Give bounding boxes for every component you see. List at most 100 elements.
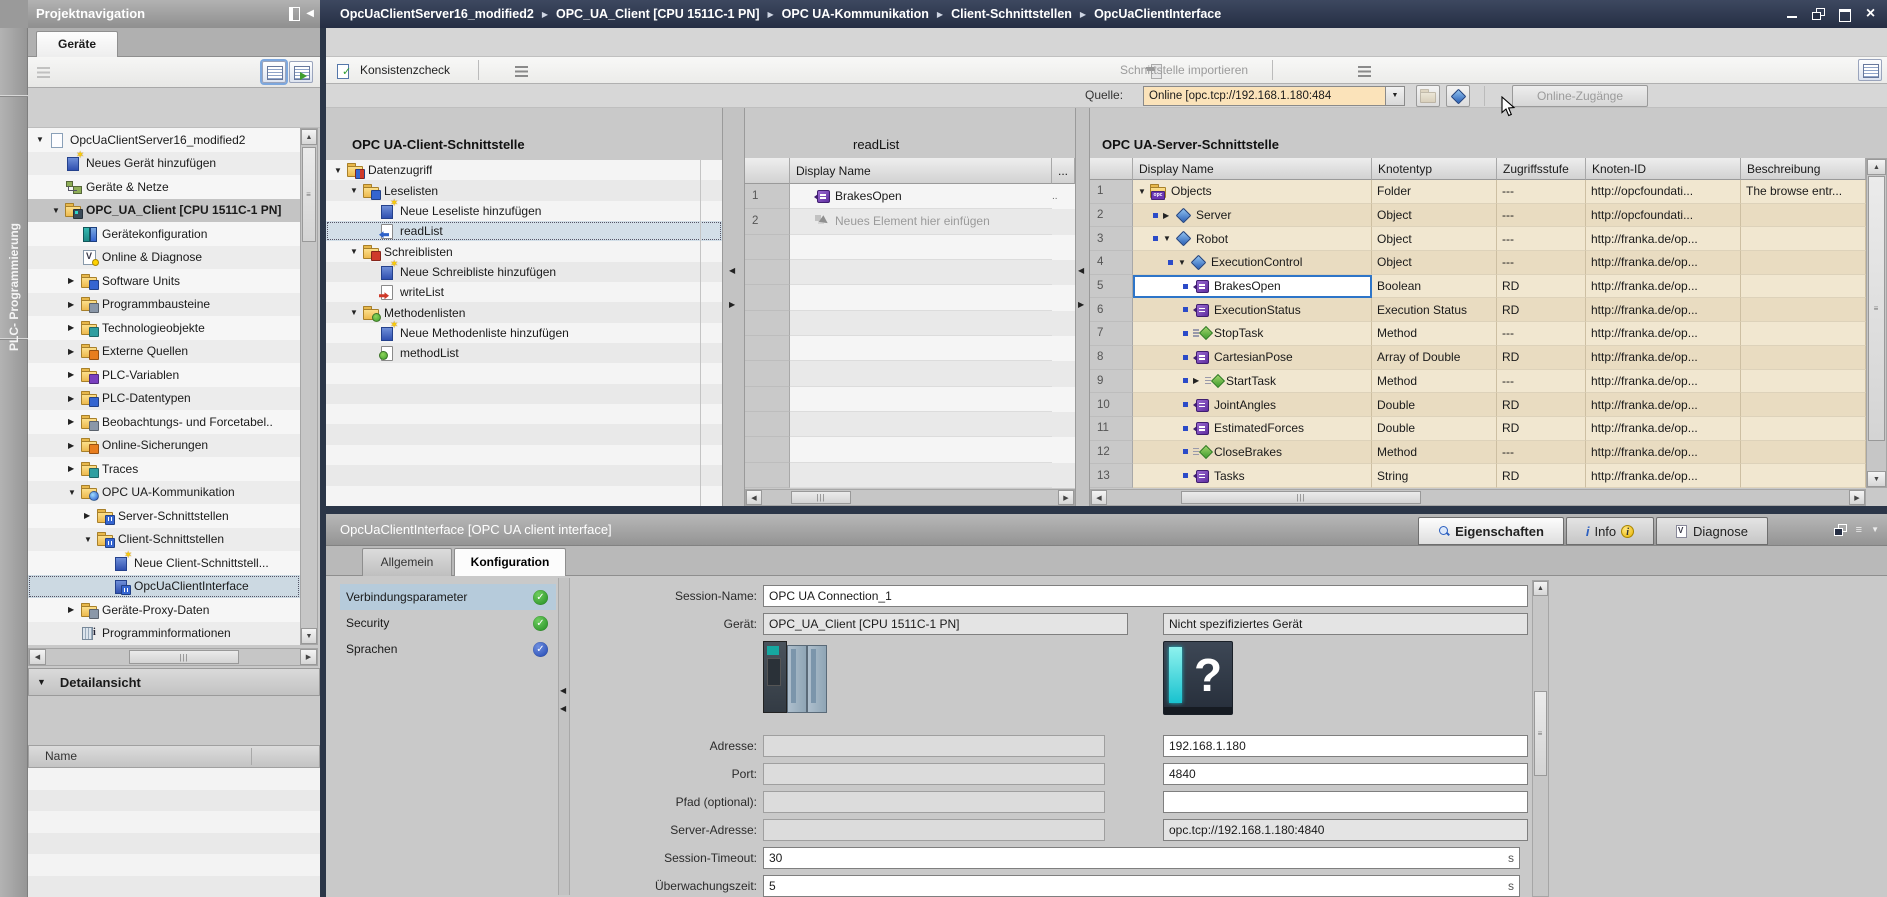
project-tree-item[interactable]: ▼OPC UA-Kommunikation <box>28 481 300 505</box>
browse-folder-button[interactable] <box>1416 85 1440 107</box>
server-cell-display-name[interactable]: StopTask <box>1133 322 1372 346</box>
form-right-field[interactable]: 192.168.1.180 <box>1163 735 1528 757</box>
readlist-cell-name[interactable]: BrakesOpen <box>790 184 1052 209</box>
server-table-row[interactable]: 9▶StartTaskMethod---http://franka.de/op.… <box>1090 370 1866 394</box>
project-tree-hscrollbar[interactable]: ◀ ||| ▶ <box>28 648 318 666</box>
client-tree-item[interactable]: ▼Datenzugriff <box>326 160 722 180</box>
client-tree-item[interactable]: ✶Neue Schreibliste hinzufügen <box>326 262 722 282</box>
export-view-icon[interactable] <box>289 61 313 83</box>
session-name-input[interactable]: OPC UA Connection_1 <box>763 585 1528 607</box>
server-cell-display-name[interactable]: BrakesOpen <box>1133 275 1372 299</box>
server-table-vscrollbar[interactable]: ▲ ≡ ▼ <box>1866 158 1887 488</box>
server-table-row[interactable]: 2▶ServerObject---http://opcfoundati... <box>1090 204 1866 228</box>
project-tree-item[interactable]: ▶Online-Sicherungen <box>28 434 300 458</box>
tab-allgemein[interactable]: Allgemein <box>362 548 452 576</box>
rail-label-plc-programming[interactable]: PLC- Programmierung <box>7 323 21 351</box>
project-tree-item[interactable]: ▶Programmbausteine <box>28 293 300 317</box>
form-right-field[interactable]: 4840 <box>1163 763 1528 785</box>
project-tree-item[interactable]: OpcUaClientInterface <box>28 575 300 599</box>
collapse-arrow-icon[interactable]: ▼ <box>68 488 81 497</box>
server-table-row[interactable]: 13TasksStringRDhttp://franka.de/op... <box>1090 464 1866 488</box>
server-cell-display-name[interactable]: JointAngles <box>1133 393 1372 417</box>
editor-properties-divider[interactable] <box>326 506 1887 514</box>
server-col-knotentyp[interactable]: Knotentyp <box>1372 158 1497 180</box>
breadcrumb-item[interactable]: OpcUaClientInterface <box>1094 7 1221 21</box>
collapse-arrow-icon[interactable]: ▼ <box>1138 187 1150 196</box>
panel-menu-icon[interactable]: ≡ <box>1856 524 1862 536</box>
project-tree-item[interactable]: Geräte & Netze <box>28 175 300 199</box>
client-tree-item[interactable]: readList <box>326 221 722 241</box>
server-table-row[interactable]: 6ExecutionStatusExecution StatusRDhttp:/… <box>1090 298 1866 322</box>
consistency-check-button[interactable]: Konsistenzcheck <box>360 57 450 83</box>
project-tree-item[interactable]: ▼OPC_UA_Client [CPU 1511C-1 PN] <box>28 199 300 223</box>
server-cell-display-name[interactable]: ▼ExecutionControl <box>1133 251 1372 275</box>
dropdown-arrow-icon[interactable]: ▼ <box>1385 87 1404 105</box>
breadcrumb-item[interactable]: Client-Schnittstellen <box>951 7 1072 21</box>
server-table-row[interactable]: 11EstimatedForcesDoubleRDhttp://franka.d… <box>1090 417 1866 441</box>
readlist-cell-name[interactable]: Neues Element hier einfügen <box>790 209 1052 234</box>
detail-view-header[interactable]: ▼ Detailansicht <box>28 668 320 696</box>
server-table-row[interactable]: 8CartesianPoseArray of DoubleRDhttp://fr… <box>1090 346 1866 370</box>
detach-editor-icon[interactable] <box>1858 59 1882 81</box>
expand-arrow-icon[interactable]: ▶ <box>68 370 81 379</box>
expand-arrow-icon[interactable]: ▶ <box>68 441 81 450</box>
server-table-hscrollbar[interactable]: ◀ ||| ▶ <box>1090 489 1866 506</box>
server-cell-display-name[interactable]: ▼opcObjects <box>1133 180 1372 204</box>
collapse-arrow-icon[interactable]: ▼ <box>350 186 363 195</box>
project-tree-item[interactable]: ▶Software Units <box>28 269 300 293</box>
project-tree-item[interactable]: ▶Geräte-Proxy-Daten <box>28 598 300 622</box>
expand-arrow-icon[interactable]: ▶ <box>68 464 81 473</box>
expand-arrow-icon[interactable]: ▶ <box>68 394 81 403</box>
client-tree-item[interactable]: ✶Neue Leseliste hinzufügen <box>326 201 722 221</box>
collapse-panel-icon[interactable]: ◀ <box>306 0 314 28</box>
tab-eigenschaften[interactable]: Eigenschaften <box>1418 517 1564 545</box>
float-panel-icon[interactable] <box>1834 524 1847 536</box>
readlist-col-display-name[interactable]: Display Name <box>790 158 1052 184</box>
server-cell-display-name[interactable]: CloseBrakes <box>1133 441 1372 465</box>
readlist-hscrollbar[interactable]: ◀ ||| ▶ <box>745 489 1075 506</box>
client-tree-item[interactable]: ▼Methodenlisten <box>326 302 722 322</box>
project-tree-vscrollbar[interactable]: ▲ ≡ ▼ <box>300 128 318 645</box>
source-dropdown[interactable]: Online [opc.tcp://192.168.1.180:484 ▼ <box>1143 86 1405 106</box>
server-cell-display-name[interactable]: CartesianPose <box>1133 346 1372 370</box>
split-pane-icon[interactable] <box>289 7 300 21</box>
project-tree-item[interactable]: ▶PLC-Variablen <box>28 363 300 387</box>
collapse-arrow-icon[interactable]: ▼ <box>334 166 347 175</box>
collapse-panel-chevron-icon[interactable]: ▼ <box>1871 525 1879 534</box>
expand-collapse-icon[interactable] <box>514 64 531 78</box>
refresh-source-button[interactable] <box>1446 85 1470 107</box>
server-cell-display-name[interactable]: Tasks <box>1133 464 1372 488</box>
consistency-check-icon[interactable] <box>336 64 353 78</box>
server-table-row[interactable]: 12CloseBrakesMethod---http://franka.de/o… <box>1090 441 1866 465</box>
tab-info[interactable]: i Info i <box>1566 517 1654 545</box>
server-table-row[interactable]: 7StopTaskMethod---http://franka.de/op... <box>1090 322 1866 346</box>
close-icon[interactable]: × <box>1864 8 1877 20</box>
project-tree-item[interactable]: ✶Neues Gerät hinzufügen <box>28 152 300 176</box>
collapse-arrow-icon[interactable]: ▼ <box>36 135 49 144</box>
expand-arrow-icon[interactable]: ▶ <box>68 276 81 285</box>
project-tree-item[interactable]: ▶Externe Quellen <box>28 340 300 364</box>
project-tree-item[interactable]: ▼Client-Schnittstellen <box>28 528 300 552</box>
tab-diagnose[interactable]: Diagnose <box>1656 517 1768 545</box>
client-tree-item[interactable]: ▼Leselisten <box>326 180 722 200</box>
tab-geraete[interactable]: Geräte <box>36 31 118 58</box>
client-tree-item[interactable]: ✶Neue Methodenliste hinzufügen <box>326 323 722 343</box>
project-tree-item[interactable]: Online & Diagnose <box>28 246 300 270</box>
properties-nav-sprachen[interactable]: Sprachen✓ <box>340 636 556 662</box>
project-tree-item[interactable]: ▶PLC-Datentypen <box>28 387 300 411</box>
form-wide-field[interactable]: 5s <box>763 875 1520 897</box>
server-cell-display-name[interactable]: EstimatedForces <box>1133 417 1372 441</box>
server-col-display-name[interactable]: Display Name <box>1133 158 1372 180</box>
collapse-arrow-icon[interactable]: ▼ <box>1178 258 1190 267</box>
project-tree-item[interactable]: ▶Beobachtungs- und Forcetabel.. <box>28 410 300 434</box>
tab-konfiguration[interactable]: Konfiguration <box>454 548 566 576</box>
minimize-icon[interactable] <box>1786 8 1799 20</box>
server-col-knoten-id[interactable]: Knoten-ID <box>1586 158 1741 180</box>
server-col-beschreibung[interactable]: Beschreibung <box>1741 158 1866 180</box>
client-tree-item[interactable]: methodList <box>326 343 722 363</box>
form-wide-field[interactable]: 30s <box>763 847 1520 869</box>
expand-arrow-icon[interactable]: ▶ <box>68 417 81 426</box>
server-cell-display-name[interactable]: ▶StartTask <box>1133 370 1372 394</box>
import-interface-button[interactable]: Schnittstelle importieren <box>1120 57 1248 83</box>
expand-collapse-icon-2[interactable] <box>1357 64 1374 78</box>
